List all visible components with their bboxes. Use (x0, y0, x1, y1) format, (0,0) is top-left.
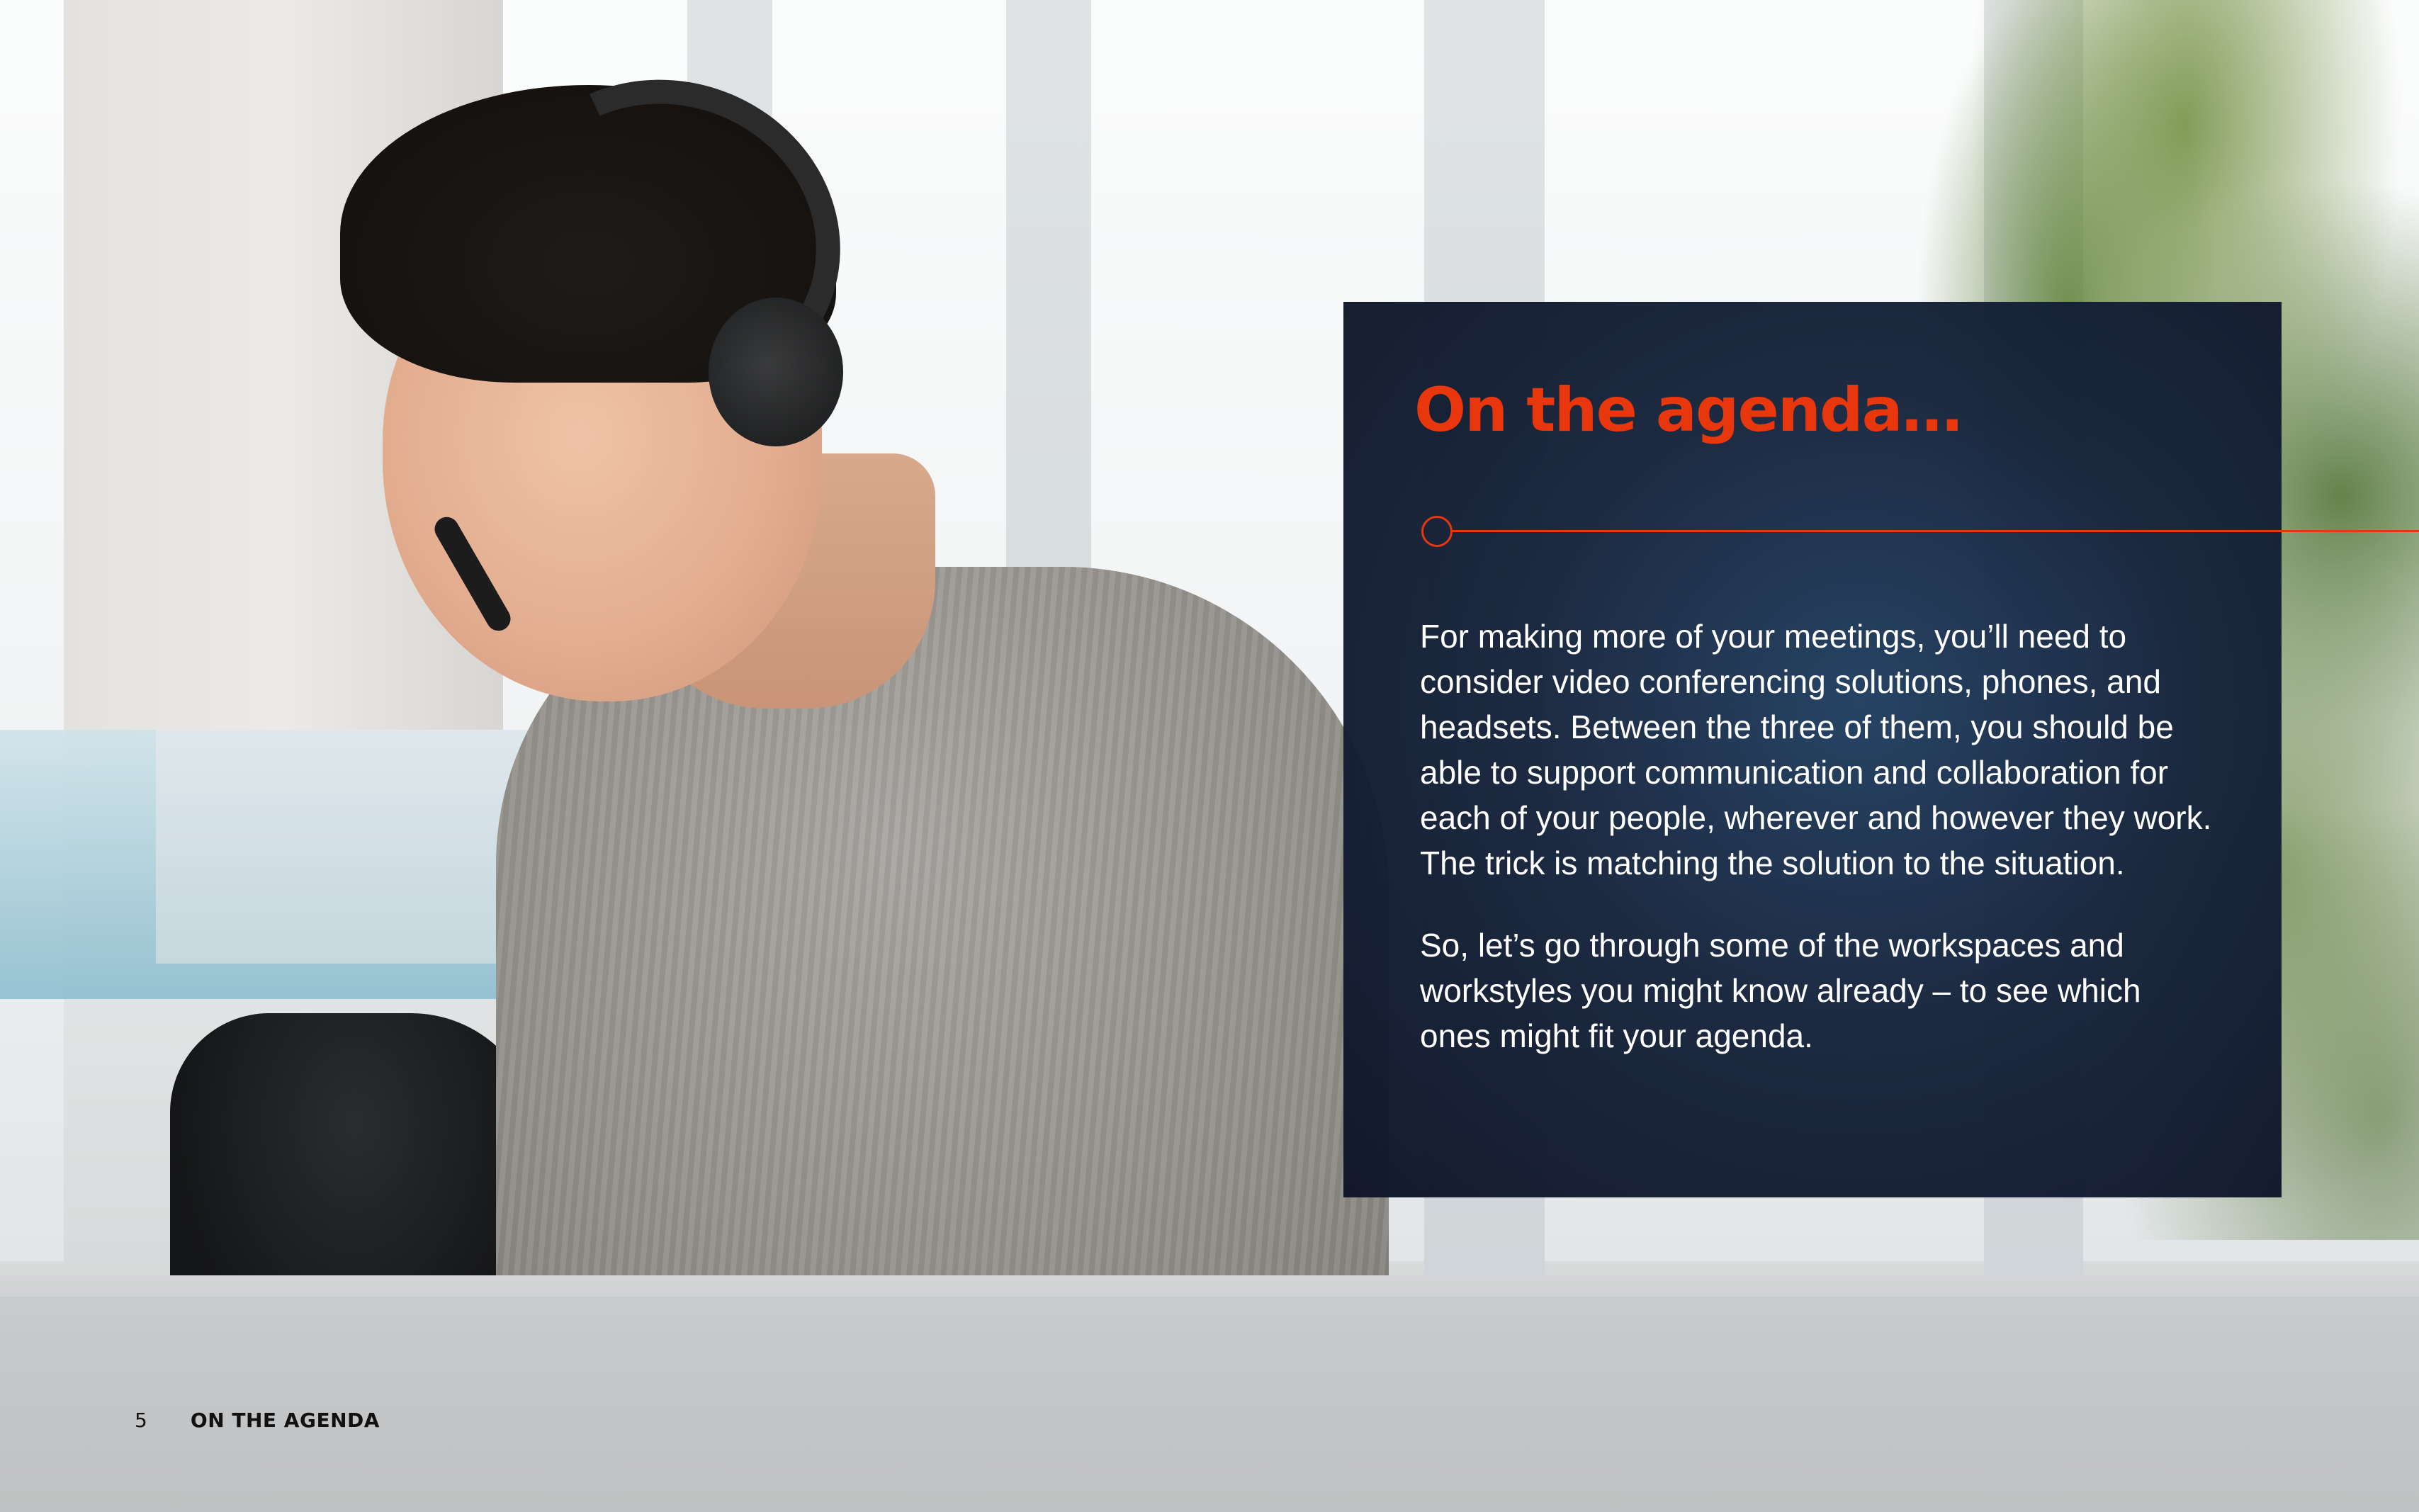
window-pane (0, 0, 64, 1261)
title-divider (1421, 516, 2419, 551)
body-paragraph: So, let’s go through some of the workspa… (1420, 927, 2141, 1054)
desk-front (0, 1297, 2419, 1512)
divider-line (1453, 530, 2419, 532)
headset-earcup (709, 298, 843, 446)
page-number: 5 (135, 1409, 147, 1432)
panel-body: For making more of your meetings, you’ll… (1420, 614, 2221, 1095)
divider-circle-icon (1421, 516, 1453, 547)
agenda-panel: On the agenda… For making more of your m… (1343, 302, 2282, 1197)
page-footer: 5 ON THE AGENDA (135, 1409, 380, 1432)
body-paragraph: For making more of your meetings, you’ll… (1420, 618, 2212, 881)
section-title: ON THE AGENDA (190, 1409, 380, 1432)
cubicle-panel (156, 730, 553, 964)
panel-title: On the agenda… (1414, 375, 1963, 446)
